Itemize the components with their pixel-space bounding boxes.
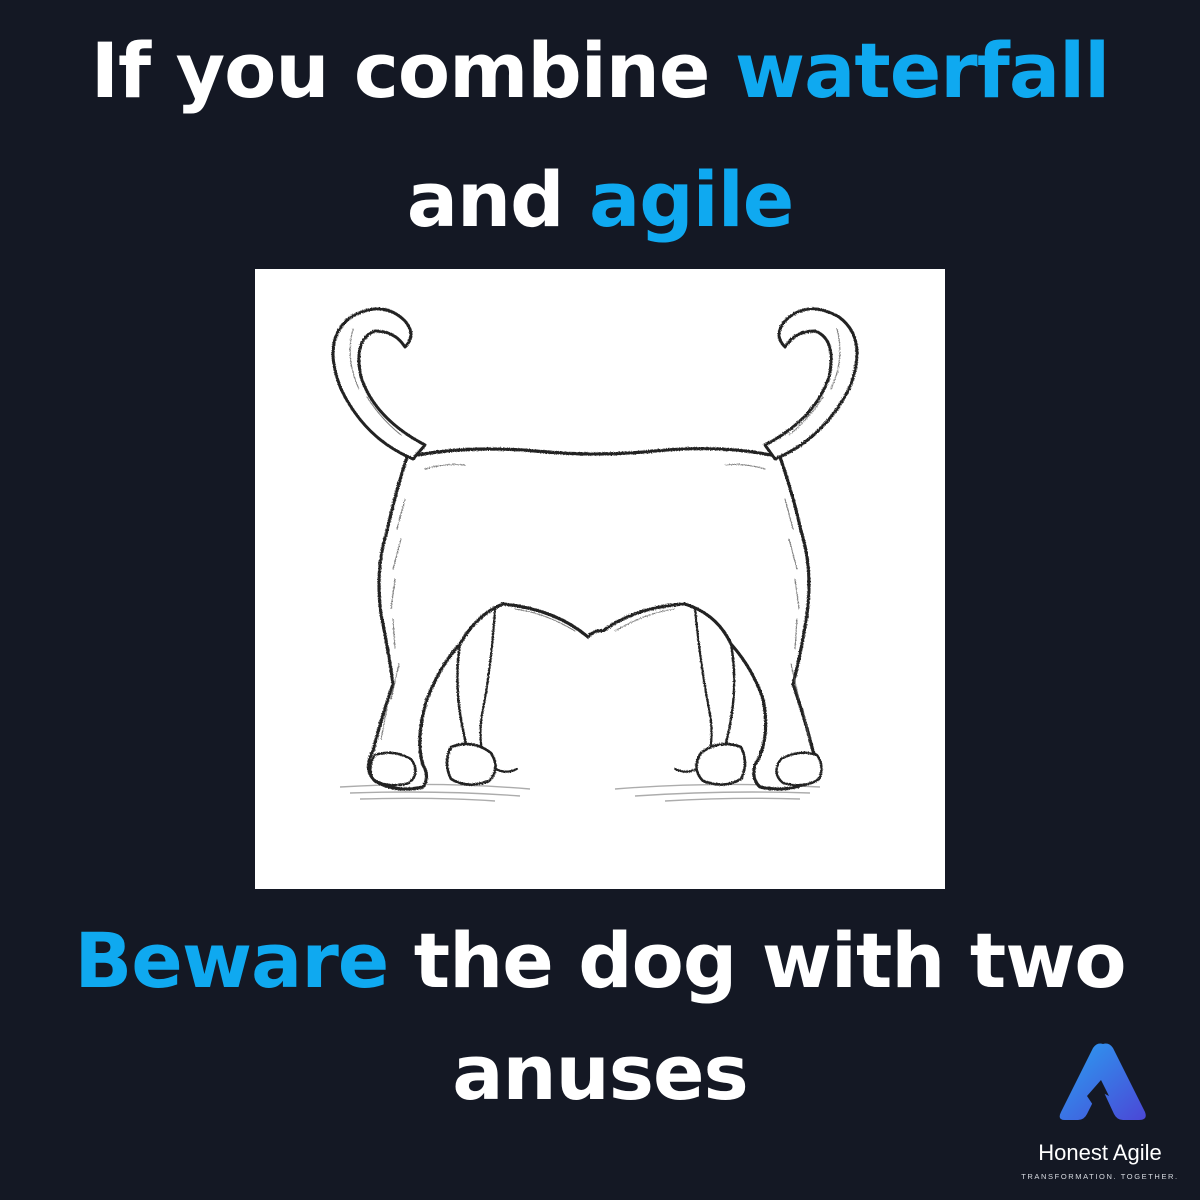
dog-body: [366, 446, 820, 791]
dog-illustration: [255, 269, 945, 889]
headline-accent-agile: agile: [588, 155, 794, 244]
caption-accent-beware: Beware: [74, 916, 389, 1005]
leg-line: [479, 607, 519, 773]
caption-line-1: Beware the dog with two: [0, 923, 1200, 999]
headline-line-2: and agile: [0, 162, 1200, 238]
paw: [695, 742, 747, 786]
paw: [369, 751, 417, 787]
logo-name: Honest Agile: [1038, 1140, 1162, 1165]
two-tailed-dog-drawing: [331, 307, 859, 802]
left-tail: [331, 307, 427, 461]
caption-text: anuses: [452, 1028, 749, 1117]
right-tail: [763, 307, 859, 461]
honest-agile-logo: Honest Agile TRANSFORMATION. TOGETHER.: [1020, 1040, 1180, 1190]
caption-text: the dog with two: [388, 916, 1127, 1005]
headline-text: If you combine: [90, 26, 735, 115]
stylized-a-arrow-icon: [1059, 1043, 1146, 1120]
leg-line: [673, 607, 713, 773]
paw: [445, 742, 497, 786]
headline-text: and: [406, 155, 589, 244]
logo-tagline: TRANSFORMATION. TOGETHER.: [1021, 1172, 1179, 1181]
headline-accent-waterfall: waterfall: [734, 26, 1110, 115]
headline-line-1: If you combine waterfall: [0, 33, 1200, 109]
paw: [775, 751, 823, 787]
